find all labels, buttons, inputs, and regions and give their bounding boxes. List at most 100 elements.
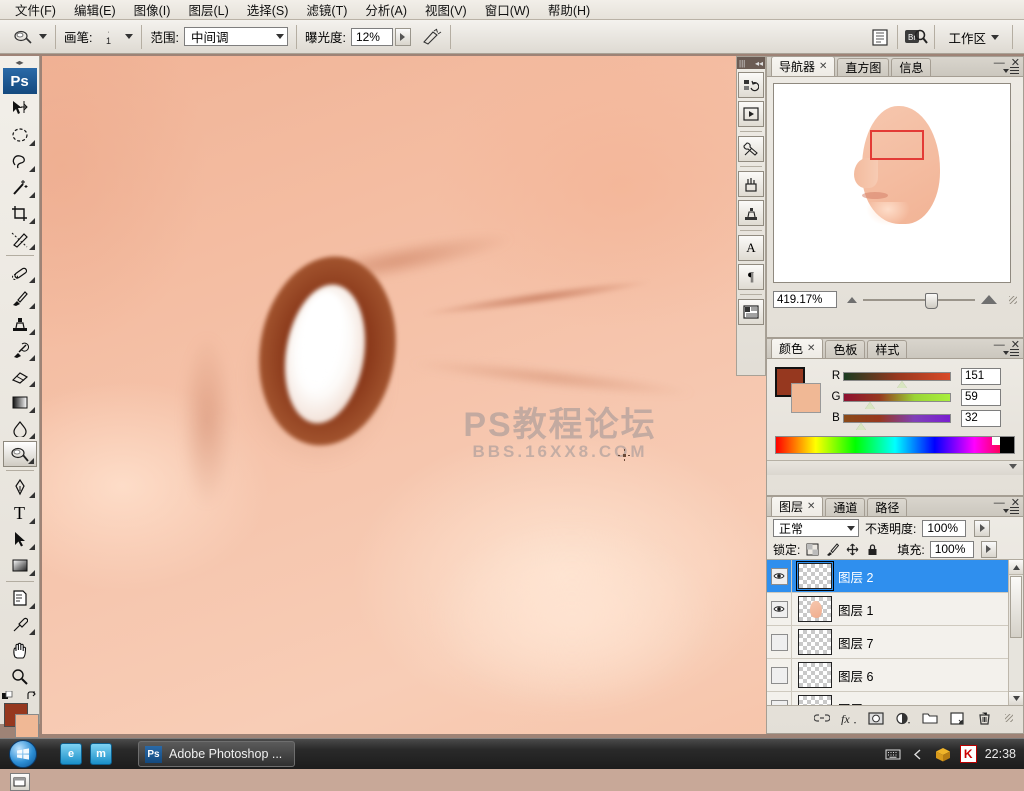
- channel-value-b[interactable]: 32: [961, 409, 1001, 427]
- panel-menu-icon[interactable]: [1003, 67, 1019, 74]
- layer-comps-icon[interactable]: [738, 299, 764, 325]
- zoom-out-icon[interactable]: [847, 296, 857, 303]
- screen-mode-icon[interactable]: [9, 773, 30, 791]
- lock-image-icon[interactable]: [825, 542, 840, 557]
- white-swatch[interactable]: [992, 437, 1000, 445]
- color-spectrum-ramp[interactable]: [775, 436, 1015, 454]
- airbrush-icon[interactable]: [419, 25, 445, 49]
- layer-thumbnail[interactable]: [798, 596, 832, 622]
- start-button[interactable]: [0, 740, 46, 768]
- eraser-tool[interactable]: [3, 363, 37, 389]
- zoom-slider[interactable]: [843, 292, 1001, 309]
- channel-value-r[interactable]: 151: [961, 367, 1001, 385]
- kaspersky-icon[interactable]: K: [959, 745, 977, 763]
- layer-thumbnail[interactable]: [798, 629, 832, 655]
- menu-item-help[interactable]: 帮助(H): [539, 0, 599, 21]
- magic-wand-tool[interactable]: [3, 174, 37, 200]
- zoom-track[interactable]: [863, 292, 975, 309]
- menu-item-select[interactable]: 选择(S): [238, 0, 298, 21]
- paragraph-panel-icon[interactable]: ¶: [738, 264, 764, 290]
- blur-tool[interactable]: [3, 415, 37, 441]
- brush-chevron-icon[interactable]: [125, 34, 134, 39]
- tab-styles[interactable]: 样式: [867, 340, 908, 358]
- exposure-input[interactable]: 12%: [350, 27, 393, 46]
- gradient-tool[interactable]: [3, 389, 37, 415]
- layer-thumbnail[interactable]: [798, 695, 832, 705]
- lasso-tool[interactable]: [3, 148, 37, 174]
- chevron-down-icon[interactable]: [1009, 464, 1017, 469]
- resize-grip[interactable]: [1009, 295, 1017, 304]
- zoom-thumb[interactable]: [924, 292, 938, 309]
- notes-tool[interactable]: [3, 585, 37, 611]
- quicklaunch-maxthon-icon[interactable]: m: [90, 743, 112, 765]
- zoom-level-input[interactable]: 419.17%: [773, 291, 837, 308]
- slider-track-g[interactable]: [843, 392, 951, 409]
- type-tool[interactable]: T: [3, 500, 37, 526]
- brush-tool[interactable]: [3, 285, 37, 311]
- brush-preview[interactable]: · 1: [97, 25, 119, 49]
- quicklaunch-ie-icon[interactable]: e: [60, 743, 82, 765]
- zoom-tool[interactable]: [3, 663, 37, 689]
- tool-presets-icon[interactable]: [738, 136, 764, 162]
- slider-thumb-r[interactable]: [897, 380, 908, 389]
- adjustment-layer-icon[interactable]: [895, 710, 911, 726]
- slider-thumb-g[interactable]: [865, 401, 876, 410]
- background-color-swatch[interactable]: [14, 714, 39, 738]
- color-panel-swatches[interactable]: [775, 367, 821, 413]
- close-icon[interactable]: ✕: [819, 61, 827, 72]
- tool-preset-chevron-icon[interactable]: [39, 34, 47, 39]
- layer-visibility-toggle[interactable]: [767, 659, 792, 691]
- hand-tool[interactable]: [3, 637, 37, 663]
- layer-visibility-toggle[interactable]: [767, 593, 792, 625]
- menu-item-layer[interactable]: 图层(L): [179, 0, 237, 21]
- tools-panel-grip[interactable]: ◂▸: [0, 56, 39, 68]
- taskbar-button-photoshop[interactable]: Ps Adobe Photoshop ...: [138, 741, 296, 767]
- opacity-input[interactable]: 100%: [922, 519, 967, 537]
- swatch-shortcuts[interactable]: [1, 691, 38, 701]
- layer-visibility-toggle[interactable]: [767, 560, 792, 592]
- tab-paths[interactable]: 路径: [867, 498, 908, 516]
- tab-layers[interactable]: 图层 ✕: [771, 496, 824, 516]
- tab-histogram[interactable]: 直方图: [837, 58, 890, 76]
- eyedropper-tool[interactable]: [3, 611, 37, 637]
- tab-navigator[interactable]: 导航器 ✕: [771, 56, 836, 76]
- opacity-flyout-button[interactable]: [974, 519, 991, 537]
- new-group-icon[interactable]: [922, 710, 938, 726]
- slider-track-b[interactable]: [843, 413, 951, 430]
- menu-item-image[interactable]: 图像(I): [125, 0, 180, 21]
- navigator-preview[interactable]: [773, 83, 1011, 283]
- color-swatches[interactable]: [1, 691, 39, 738]
- fill-input[interactable]: 100%: [929, 540, 974, 558]
- new-layer-icon[interactable]: [949, 710, 965, 726]
- range-select[interactable]: 中间调: [183, 27, 288, 46]
- panel-menu-icon[interactable]: [1003, 507, 1019, 514]
- layer-name[interactable]: 图层 6: [838, 666, 873, 685]
- menu-item-file[interactable]: 文件(F): [6, 0, 65, 21]
- layer-visibility-toggle[interactable]: [767, 692, 792, 705]
- dock-grip[interactable]: ||| ◂◂: [737, 57, 765, 69]
- bridge-icon[interactable]: Br: [903, 26, 929, 48]
- add-mask-icon[interactable]: [868, 710, 884, 726]
- history-panel-icon[interactable]: [738, 72, 764, 98]
- layer-thumbnail[interactable]: [798, 662, 832, 688]
- show-hidden-icons-chevron[interactable]: [910, 746, 927, 763]
- tab-channels[interactable]: 通道: [825, 498, 866, 516]
- canvas-image[interactable]: PS教程论坛 BBS.16XX8.COM: [42, 56, 766, 734]
- lock-position-icon[interactable]: [845, 542, 860, 557]
- layer-visibility-toggle[interactable]: [767, 626, 792, 658]
- tab-swatches[interactable]: 色板: [825, 340, 866, 358]
- pen-tool[interactable]: [3, 474, 37, 500]
- brushes-panel-icon[interactable]: [738, 171, 764, 197]
- exposure-flyout-button[interactable]: [394, 27, 411, 46]
- channel-value-g[interactable]: 59: [961, 388, 1001, 406]
- layer-name[interactable]: 图层 2: [838, 567, 873, 586]
- history-brush-tool[interactable]: [3, 337, 37, 363]
- black-swatch[interactable]: [1000, 437, 1014, 453]
- minimize-icon[interactable]: —: [994, 58, 1005, 69]
- lock-all-icon[interactable]: [865, 542, 880, 557]
- keyboard-layout-icon[interactable]: [885, 746, 902, 763]
- layer-style-fx-icon[interactable]: fx: [841, 710, 857, 726]
- table-row[interactable]: 图层 5: [767, 692, 1023, 705]
- menu-item-analysis[interactable]: 分析(A): [356, 0, 416, 21]
- document-canvas[interactable]: PS教程论坛 BBS.16XX8.COM: [42, 56, 766, 734]
